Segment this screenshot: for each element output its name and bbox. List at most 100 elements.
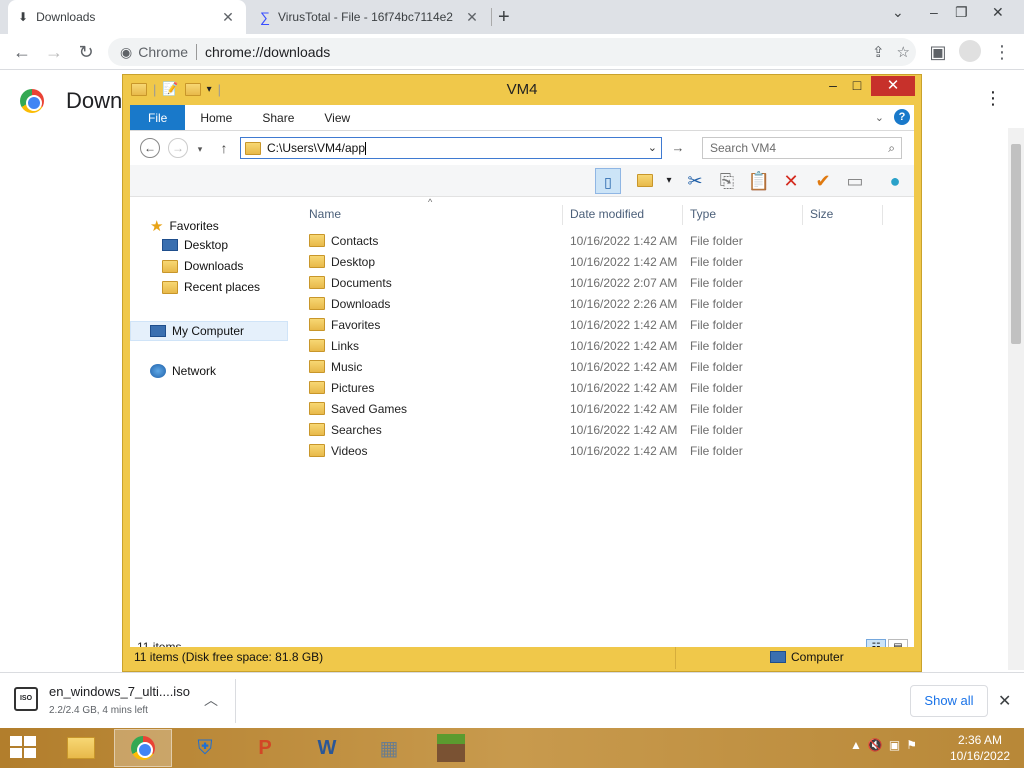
tab-close-icon[interactable]: ✕ [220,9,236,26]
resource-monitor-icon[interactable]: ▦ [360,729,418,767]
file-explorer-icon[interactable] [52,729,110,767]
show-hidden-icons-icon[interactable]: ▲ [850,738,862,752]
file-row[interactable]: Documents 10/16/2022 2:07 AM File folder [298,273,914,294]
bookmark-star-icon[interactable]: ☆ [897,43,910,61]
word-icon[interactable]: W [298,729,356,767]
back-icon[interactable]: ← [140,138,160,158]
omnibox-url[interactable]: chrome://downloads [205,44,330,60]
delete-icon[interactable]: ✕ [778,168,804,194]
file-name: Desktop [331,255,376,269]
search-input[interactable]: Search VM4 ⌕ [702,137,902,159]
recent-locations-icon[interactable]: ▾ [192,137,208,161]
file-name: Links [331,339,360,353]
forward-icon[interactable]: → [168,138,188,158]
tab-home[interactable]: Home [185,105,247,130]
date-modified-cell: 10/16/2022 1:42 AM [570,381,678,395]
properties-dropdown-icon[interactable]: ▾ [656,168,682,194]
date-modified-cell: 10/16/2022 1:42 AM [570,423,678,437]
file-row[interactable]: Saved Games 10/16/2022 1:42 AM File folder [298,399,914,420]
tab-downloads[interactable]: ⬇ Downloads ✕ [8,0,246,34]
volume-muted-icon[interactable]: 🔇 [868,738,883,752]
minimize-icon[interactable]: – [930,4,938,20]
show-all-button[interactable]: Show all [910,685,988,717]
type-cell: File folder [690,276,743,290]
paste-icon[interactable]: 📋 [746,168,772,194]
file-row[interactable]: Pictures 10/16/2022 1:42 AM File folder [298,378,914,399]
share-icon[interactable]: ⇪ [872,43,885,61]
start-button-icon[interactable] [10,736,38,760]
search-icon[interactable]: ⌕ [888,141,895,156]
chevron-down-icon[interactable]: ⌄ [892,4,904,21]
preview-pane-icon[interactable]: ▯ [595,168,621,194]
download-icon: ⬇ [18,10,29,24]
chevron-down-icon[interactable]: ⌄ [648,141,657,154]
restore-icon[interactable]: ❐ [955,4,968,21]
page-menu-icon[interactable]: ⋮ [984,88,1002,109]
nav-item-recent[interactable]: Recent places [162,280,260,294]
date-modified-cell: 10/16/2022 1:42 AM [570,255,678,269]
chevron-up-icon[interactable]: ︿ [204,690,218,710]
close-window-icon[interactable]: ✕ [992,4,1004,21]
nav-label: Network [172,364,217,378]
tab-share[interactable]: Share [247,105,309,130]
file-row[interactable]: Downloads 10/16/2022 2:26 AM File folder [298,294,914,315]
date-modified-cell: 10/16/2022 1:42 AM [570,339,678,353]
powerpoint-icon[interactable]: P [236,729,294,767]
cut-icon[interactable]: ✂ [682,168,708,194]
go-arrow-icon[interactable]: → [666,136,690,160]
network-status-icon[interactable]: ▣ [889,738,900,752]
column-header-type[interactable]: Type [690,207,716,221]
expand-ribbon-icon[interactable]: ⌄ [875,111,884,124]
type-cell: File folder [690,339,743,353]
file-row[interactable]: Searches 10/16/2022 1:42 AM File folder [298,420,914,441]
properties-icon[interactable] [632,168,658,194]
select-icon[interactable]: ▭ [842,168,868,194]
defender-icon[interactable]: ⛨ [176,729,234,767]
explorer-titlebar[interactable]: | 📝 ▾ | VM4 – □ ✕ [123,75,921,105]
network-globe-icon[interactable]: ● [882,168,908,194]
profile-avatar-icon[interactable] [958,40,982,64]
tab-close-icon[interactable]: ✕ [464,9,480,26]
new-tab-icon[interactable]: + [498,6,510,29]
nav-item-downloads[interactable]: Downloads [162,259,243,273]
nav-item-favorites[interactable]: ★ Favorites [150,217,219,235]
close-icon[interactable]: ✕ [871,76,915,96]
column-header-date[interactable]: Date modified [570,207,644,221]
column-header-size[interactable]: Size [810,207,833,221]
type-cell: File folder [690,234,743,248]
tab-view[interactable]: View [309,105,365,130]
chrome-icon[interactable] [114,729,172,767]
rename-icon[interactable]: ✔ [810,168,836,194]
help-icon[interactable]: ? [894,109,910,125]
forward-icon[interactable]: → [42,40,66,64]
kebab-menu-icon[interactable]: ⋮ [990,40,1014,64]
side-panel-icon[interactable]: ▣ [926,40,950,64]
copy-icon[interactable]: ⎘ [714,168,740,194]
navigation-pane: ★ Favorites Desktop Downloads Recent pla… [130,199,290,619]
up-icon[interactable]: ↑ [214,136,234,160]
column-header-name[interactable]: Name [309,207,341,221]
tab-file[interactable]: File [130,105,186,130]
page-scrollbar[interactable] [1008,128,1024,670]
nav-label: My Computer [172,324,245,338]
file-name-cell: Videos [309,444,367,458]
file-row[interactable]: Links 10/16/2022 1:42 AM File folder [298,336,914,357]
nav-item-my-computer[interactable]: My Computer [130,321,288,341]
back-icon[interactable]: ← [10,40,34,64]
file-row[interactable]: Favorites 10/16/2022 1:42 AM File folder [298,315,914,336]
file-row[interactable]: Desktop 10/16/2022 1:42 AM File folder [298,252,914,273]
address-bar[interactable]: ◉ Chrome chrome://downloads ⇪ ☆ [108,38,916,66]
reload-icon[interactable]: ↻ [74,40,98,64]
clock[interactable]: 2:36 AM 10/16/2022 [950,732,1010,764]
minecraft-icon[interactable] [422,729,480,767]
address-field[interactable]: C:\Users\VM4/app ⌄ [240,137,662,159]
tab-virustotal[interactable]: ∑ VirusTotal - File - 16f74bc7114e2 ✕ [250,0,490,34]
action-center-icon[interactable]: ⚑ [906,738,917,752]
file-row[interactable]: Contacts 10/16/2022 1:42 AM File folder [298,231,914,252]
download-file-name[interactable]: en_windows_7_ulti....iso [49,684,190,699]
file-row[interactable]: Music 10/16/2022 1:42 AM File folder [298,357,914,378]
nav-item-network[interactable]: Network [150,364,216,378]
close-shelf-icon[interactable]: ✕ [998,691,1011,711]
file-row[interactable]: Videos 10/16/2022 1:42 AM File folder [298,441,914,462]
nav-item-desktop[interactable]: Desktop [162,238,228,252]
